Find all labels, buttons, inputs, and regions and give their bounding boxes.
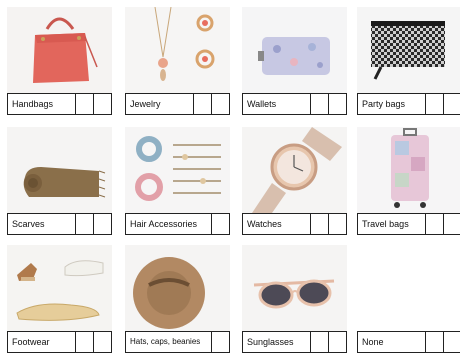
label-row: Watches xyxy=(242,213,347,235)
label-row: Footwear xyxy=(7,331,112,353)
label-row: Hats, caps, beanies xyxy=(125,331,230,353)
checkbox[interactable] xyxy=(443,332,460,352)
category-label: Sunglasses xyxy=(243,332,311,352)
label-row: Sunglasses xyxy=(242,331,347,353)
label-row: None xyxy=(357,331,460,353)
category-card-jewelry[interactable]: Jewelry xyxy=(125,7,230,115)
category-card-hair-accessories[interactable]: Hair Accessories xyxy=(125,127,230,235)
category-card-sunglasses[interactable]: Sunglasses xyxy=(242,245,347,353)
watch-icon xyxy=(242,127,347,213)
category-card-wallets[interactable]: Wallets xyxy=(242,7,347,115)
category-label: Wallets xyxy=(243,94,311,114)
category-label: Handbags xyxy=(8,94,76,114)
category-card-watches[interactable]: Watches xyxy=(242,127,347,235)
checkbox[interactable] xyxy=(443,214,460,234)
suitcase-icon xyxy=(357,127,460,213)
category-label: Party bags xyxy=(358,94,426,114)
category-card-party-bags[interactable]: Party bags xyxy=(357,7,460,115)
sunglasses-icon xyxy=(242,245,347,331)
checkbox[interactable] xyxy=(311,214,328,234)
category-card-scarves[interactable]: Scarves xyxy=(7,127,112,235)
checkbox[interactable] xyxy=(426,94,443,114)
checkbox[interactable] xyxy=(311,94,328,114)
checkbox[interactable] xyxy=(328,332,346,352)
checkbox[interactable] xyxy=(76,332,93,352)
checkbox[interactable] xyxy=(93,214,111,234)
category-label: Jewelry xyxy=(126,94,194,114)
handbag-icon xyxy=(7,7,112,93)
label-row: Handbags xyxy=(7,93,112,115)
label-row: Jewelry xyxy=(125,93,230,115)
category-label: Hair Accessories xyxy=(126,214,212,234)
shoes-icon xyxy=(7,245,112,331)
category-label: Scarves xyxy=(8,214,76,234)
jewelry-icon xyxy=(125,7,230,93)
checkbox[interactable] xyxy=(328,94,346,114)
label-row: Hair Accessories xyxy=(125,213,230,235)
category-label: Hats, caps, beanies xyxy=(126,332,212,352)
category-card-footwear[interactable]: Footwear xyxy=(7,245,112,353)
checkbox[interactable] xyxy=(93,332,111,352)
checkbox[interactable] xyxy=(76,94,93,114)
checkbox[interactable] xyxy=(76,214,93,234)
checkbox[interactable] xyxy=(211,94,229,114)
label-row: Travel bags xyxy=(357,213,460,235)
label-row: Wallets xyxy=(242,93,347,115)
hat-icon xyxy=(125,245,230,331)
category-card-hats[interactable]: Hats, caps, beanies xyxy=(125,245,230,353)
checkbox[interactable] xyxy=(194,94,211,114)
checkbox[interactable] xyxy=(328,214,346,234)
category-label: None xyxy=(358,332,426,352)
checkbox[interactable] xyxy=(212,332,229,352)
checkbox[interactable] xyxy=(443,94,460,114)
wallet-icon xyxy=(242,7,347,93)
checkbox[interactable] xyxy=(212,214,229,234)
category-card-none[interactable]: None xyxy=(357,245,460,353)
hair-accessories-icon xyxy=(125,127,230,213)
category-card-travel-bags[interactable]: Travel bags xyxy=(357,127,460,235)
category-card-handbags[interactable]: Handbags xyxy=(7,7,112,115)
category-label: Watches xyxy=(243,214,311,234)
scarf-icon xyxy=(7,127,112,213)
label-row: Scarves xyxy=(7,213,112,235)
category-label: Footwear xyxy=(8,332,76,352)
category-label: Travel bags xyxy=(358,214,426,234)
checkbox[interactable] xyxy=(93,94,111,114)
label-row: Party bags xyxy=(357,93,460,115)
checkbox[interactable] xyxy=(311,332,328,352)
party-bag-icon xyxy=(357,7,460,93)
checkbox[interactable] xyxy=(426,332,443,352)
checkbox[interactable] xyxy=(426,214,443,234)
